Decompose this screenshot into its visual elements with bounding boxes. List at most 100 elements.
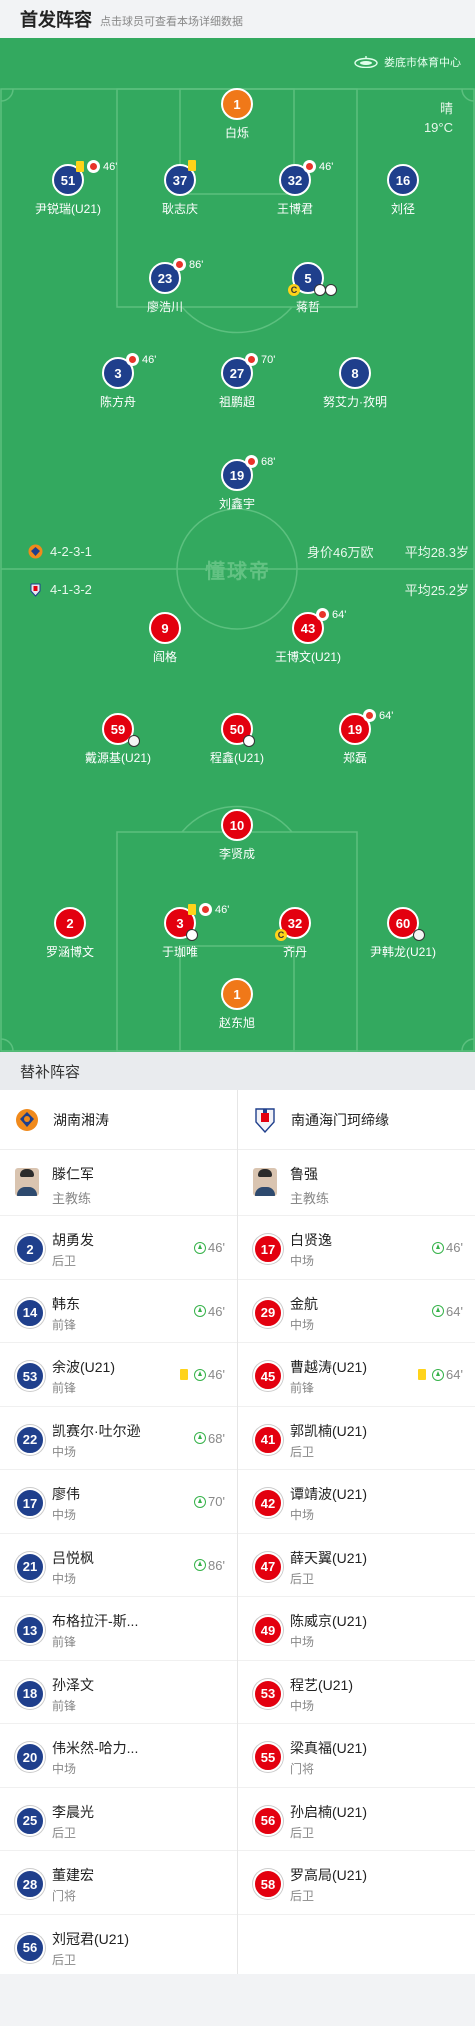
away-team-row[interactable]: 南通海门珂缔缘 (238, 1090, 475, 1150)
sub-on-icon (194, 1368, 207, 1381)
bench-player-position: 中场 (290, 1254, 315, 1268)
jersey-number: 45 (253, 1361, 283, 1391)
away-team-name: 南通海门珂缔缘 (291, 1111, 389, 1128)
sub-off-icon (87, 160, 100, 173)
player-events: 68' (245, 455, 275, 468)
jersey-number: 14 (15, 1297, 45, 1328)
bench-player-position: 中场 (52, 1762, 77, 1776)
bench-player-position: 中场 (290, 1635, 315, 1649)
away-formation: 4-1-3-2 (50, 581, 92, 597)
bench-player-name: 吕悦枫 (52, 1549, 94, 1566)
bench-player-position: 后卫 (290, 1444, 315, 1459)
sub-on-icon (432, 1241, 445, 1254)
jersey-number: 2 (54, 907, 86, 939)
player-name: 李贤成 (218, 847, 255, 861)
sub-on-time: 46' (208, 1303, 225, 1319)
sub-on-info: 64' (418, 1367, 463, 1382)
sub-off-icon (316, 608, 329, 621)
weather-condition: 晴 (439, 101, 453, 116)
away-coach[interactable]: 鲁强 主教练 (238, 1150, 475, 1216)
bench-player-position: 后卫 (290, 1889, 315, 1903)
bench-player-row[interactable]: 45 曹越涛(U21) 前锋 64' (238, 1343, 475, 1407)
coach-role: 主教练 (52, 1191, 92, 1206)
bench-player-position: 前锋 (52, 1317, 77, 1332)
bench-player-row[interactable]: 47 薛天翼(U21) 后卫 (238, 1534, 475, 1597)
bench-player-row[interactable]: 13 布格拉汗-斯... 前锋 (0, 1597, 237, 1661)
bench-player-row[interactable]: 58 罗高局(U21) 后卫 (238, 1851, 475, 1915)
bench-player-row[interactable]: 25 李晨光 后卫 (0, 1788, 237, 1851)
bench-player-row[interactable]: 17 廖伟 中场 70' (0, 1470, 237, 1534)
home-coach[interactable]: 滕仁军 主教练 (0, 1150, 237, 1216)
bench-player-row[interactable]: 2 胡勇发 后卫 46' (0, 1216, 237, 1280)
player-name: 努艾力·孜明 (323, 395, 387, 409)
assist-icon (128, 735, 140, 747)
bench-player-row[interactable]: 21 吕悦枫 中场 86' (0, 1534, 237, 1597)
home-bench-list: 2 胡勇发 后卫 46' 14 韩东 前锋 46' 53 余波(U21) 前锋 46' 22 凯赛尔·吐尔… (0, 1216, 237, 1978)
bench-player-name: 李晨光 (52, 1803, 94, 1820)
bench-player-row[interactable]: 49 陈威京(U21) 中场 (238, 1597, 475, 1661)
bench-player-row[interactable]: 18 孙泽文 前锋 (0, 1661, 237, 1724)
away-avg-age: 平均25.2岁 (404, 582, 469, 598)
sub-off-icon (303, 160, 316, 173)
jersey-number: 53 (253, 1678, 283, 1709)
goal-ball-icon (325, 284, 337, 296)
bench-player-name: 孙泽文 (52, 1676, 94, 1693)
jersey-number: 29 (253, 1297, 283, 1328)
jersey-number: 21 (15, 1551, 45, 1582)
player-events: 86' (173, 258, 203, 271)
bench-player-row[interactable]: 53 程艺(U21) 中场 (238, 1661, 475, 1724)
sub-time: 46' (319, 160, 334, 173)
sub-on-time: 64' (446, 1367, 463, 1382)
bench-player-row[interactable]: 22 凯赛尔·吐尔逊 中场 68' (0, 1407, 237, 1470)
bench-player-name: 凯赛尔·吐尔逊 (52, 1422, 141, 1439)
bench-player-row[interactable]: 53 余波(U21) 前锋 46' (0, 1343, 237, 1407)
sub-off-icon (173, 258, 186, 271)
bench-player-row[interactable]: 29 金航 中场 64' (238, 1280, 475, 1343)
bench-player-row[interactable]: 56 孙启楠(U21) 后卫 (238, 1788, 475, 1851)
jersey-number: 55 (253, 1742, 283, 1772)
sub-off-icon (199, 903, 212, 916)
bench-player-position: 后卫 (290, 1571, 315, 1586)
bench-player-row[interactable]: 42 谭靖波(U21) 中场 (238, 1470, 475, 1534)
away-bench-column: 南通海门珂缔缘 鲁强 主教练 17 白贤逸 中场 46' 29 金航 中场 64' 45 曹越涛(… (238, 1090, 475, 1915)
bench-player-name: 陈威京(U21) (290, 1613, 368, 1629)
bench-player-name: 韩东 (52, 1295, 80, 1312)
stadium-icon (354, 56, 378, 68)
hunan-xiangtao-logo (16, 1108, 38, 1131)
bench-player-row[interactable]: 28 董建宏 门将 (0, 1851, 237, 1915)
coach-avatar (253, 1168, 277, 1196)
bench-player-row[interactable]: 41 郭凯楠(U21) 后卫 (238, 1407, 475, 1470)
sub-time: 86' (189, 258, 204, 271)
sub-on-time: 46' (208, 1367, 225, 1382)
jersey-number: 1 (221, 978, 253, 1010)
bench-player-name: 金航 (290, 1295, 318, 1312)
yellow-card-icon (188, 160, 196, 171)
player-name: 白烁 (224, 126, 249, 140)
footer (0, 1974, 475, 2026)
home-team-row[interactable]: 湖南湘涛 (0, 1090, 237, 1150)
sub-off-icon (245, 353, 258, 366)
sub-time: 64' (332, 608, 347, 621)
sub-on-info: 46' (432, 1240, 463, 1255)
bench-player-position: 门将 (52, 1889, 77, 1903)
bench-player-row[interactable]: 20 伟米然-哈力... 中场 (0, 1724, 237, 1788)
bench-player-name: 罗高局(U21) (290, 1867, 368, 1883)
home-formation: 4-2-3-1 (50, 543, 92, 559)
bench-player-position: 后卫 (52, 1254, 77, 1268)
bench-player-row[interactable]: 55 梁真福(U21) 门将 (238, 1724, 475, 1788)
bench-player-row[interactable]: 56 刘冠君(U21) 后卫 (0, 1915, 237, 1978)
bench-player-row[interactable]: 14 韩东前锋 46' (0, 1280, 237, 1343)
yellow-card-icon (418, 1369, 427, 1380)
sub-on-icon (194, 1495, 207, 1508)
bench-player-name: 曹越涛(U21) (290, 1359, 368, 1375)
sub-on-info: 46' (194, 1240, 225, 1255)
coach-role: 主教练 (290, 1191, 330, 1206)
jersey-number: 20 (15, 1742, 45, 1772)
jersey-number: 28 (15, 1869, 45, 1899)
jersey-number: 18 (15, 1678, 45, 1709)
bench-player-name: 程艺(U21) (290, 1676, 354, 1693)
bench-player-row[interactable]: 17 白贤逸 中场 46' (238, 1216, 475, 1280)
bench-player-name: 白贤逸 (290, 1232, 332, 1248)
goal-ball-icon (243, 735, 255, 747)
away-formation-row: 4-1-3-2 平均25.2岁 (0, 579, 475, 599)
